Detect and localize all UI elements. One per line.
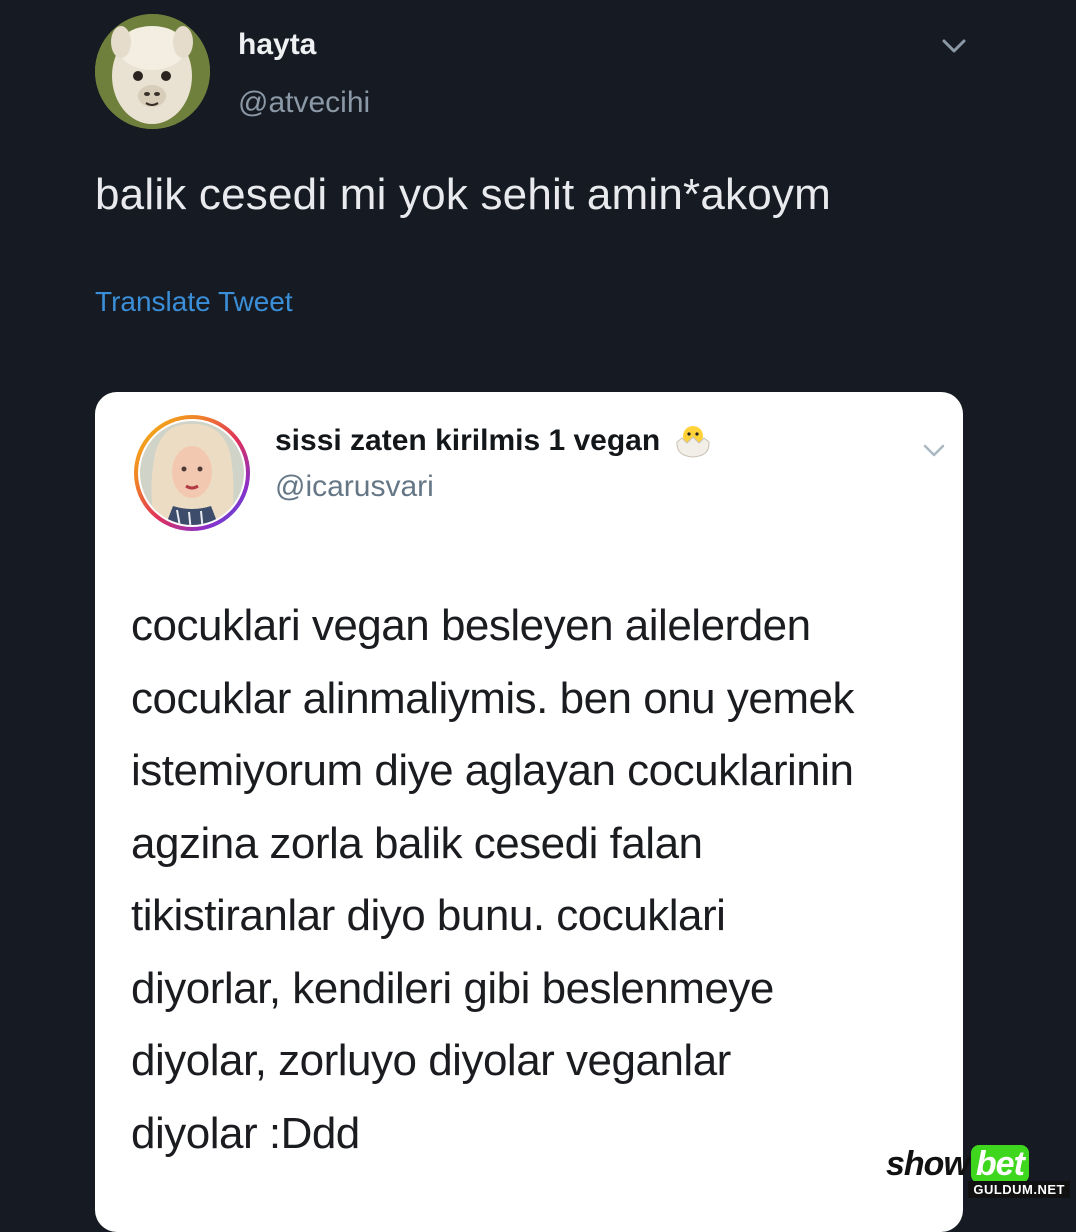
quoted-tweet-text: cocuklari vegan besleyen ailelerden cocu… (131, 590, 854, 1170)
display-name[interactable]: hayta (238, 28, 316, 62)
hatching-chick-icon (676, 426, 710, 458)
text-line: istemiyorum diye aglayan cocuklarinin (131, 746, 854, 795)
quoted-user-handle[interactable]: @icarusvari (275, 470, 434, 504)
avatar[interactable] (95, 14, 210, 129)
alpaca-avatar-icon (95, 14, 210, 129)
text-line: diyorlar, kendileri gibi beslenmeye (131, 963, 774, 1013)
chevron-down-icon[interactable] (940, 36, 968, 56)
watermark-brand-show: show (886, 1145, 970, 1183)
tweet-text: balik cesedi mi yok sehit amin*akoym (95, 170, 831, 219)
watermark-brand-bet: bet (970, 1145, 1029, 1183)
quoted-display-name[interactable]: sissi zaten kirilmis 1 vegan (275, 424, 660, 458)
text-line: diyolar :Ddd (131, 1108, 360, 1158)
translate-tweet-link[interactable]: Translate Tweet (95, 286, 293, 318)
watermark-site: GULDUM.NET (968, 1181, 1070, 1198)
text-line: cocuklari vegan besleyen ailelerden (131, 601, 811, 650)
watermark-brand: show bet (886, 1145, 1029, 1184)
text-line: cocuklar alinmaliymis. ben onu yemek (131, 673, 854, 723)
text-line: tikistiranlar diyo bunu. cocuklari (131, 891, 726, 940)
watermark-logo: show bet GULDUM.NET (882, 1145, 1076, 1200)
text-line: agzina zorla balik cesedi falan (131, 818, 703, 868)
quoted-name-row: sissi zaten kirilmis 1 vegan (275, 422, 714, 460)
quoted-tweet-card[interactable]: sissi zaten kirilmis 1 vegan @icarusvari… (95, 392, 963, 1232)
text-line: diyolar, zorluyo diyolar veganlar (131, 1036, 731, 1085)
user-handle[interactable]: @atvecihi (238, 86, 370, 120)
chevron-down-icon[interactable] (921, 442, 947, 460)
avatar[interactable] (133, 414, 251, 532)
